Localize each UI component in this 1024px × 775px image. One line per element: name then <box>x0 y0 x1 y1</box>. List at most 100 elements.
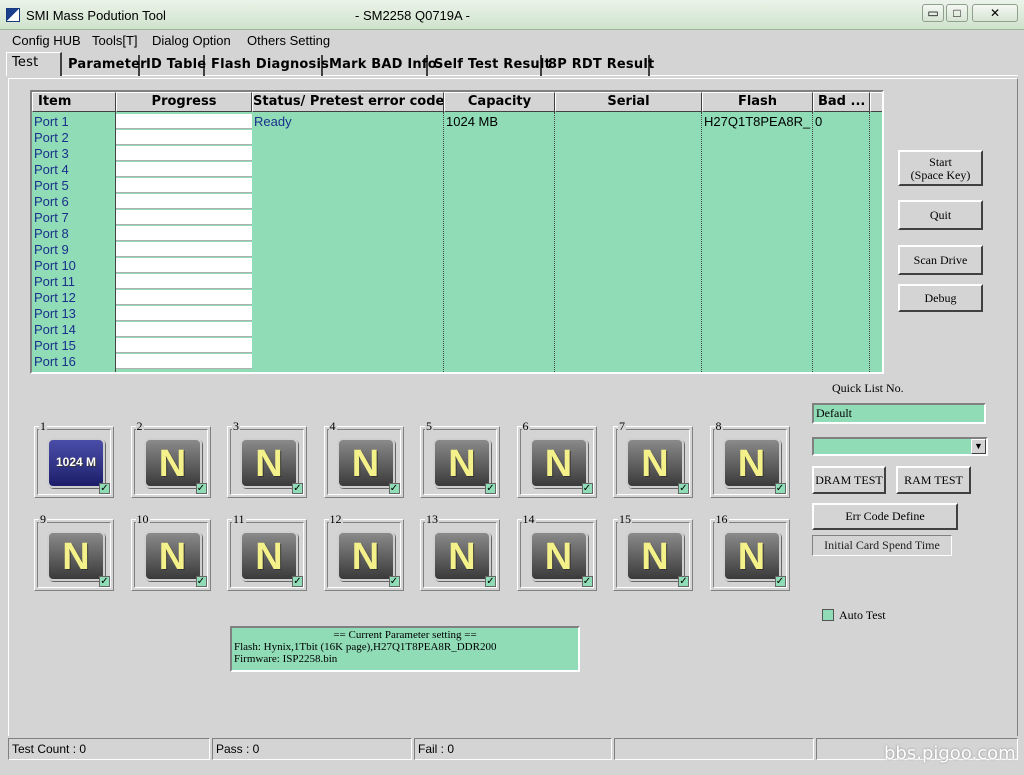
auto-test-checkbox[interactable]: Auto Test <box>822 608 886 623</box>
device-slot[interactable]: 15 N ✓ <box>613 513 693 591</box>
tab-8p-rdt-result[interactable]: 8P RDT Result <box>543 55 654 76</box>
header-item[interactable]: Item <box>32 92 116 112</box>
header-capacity[interactable]: Capacity <box>444 92 555 112</box>
device-slot[interactable]: 1 1024 M ✓ <box>34 420 114 498</box>
quick-list-combo[interactable]: ▼ <box>812 437 988 456</box>
header-progress[interactable]: Progress <box>116 92 252 112</box>
port-label[interactable]: Port 9 <box>34 242 69 258</box>
quit-button[interactable]: Quit <box>898 200 983 230</box>
slot-label: N <box>544 536 573 578</box>
no-device-icon: N <box>433 531 491 581</box>
slot-label: N <box>448 536 476 578</box>
port-label[interactable]: Port 14 <box>34 322 76 338</box>
progress-bar <box>116 178 252 193</box>
slot-checkbox[interactable]: ✓ <box>99 483 110 494</box>
device-slot[interactable]: 4 N ✓ <box>323 420 404 498</box>
ram-test-button[interactable]: RAM TEST <box>896 466 971 494</box>
pass-count: Pass : 0 <box>212 738 412 760</box>
slot-label: N <box>737 536 766 578</box>
header-flash[interactable]: Flash <box>702 92 813 112</box>
port-label[interactable]: Port 4 <box>34 162 69 178</box>
port-label[interactable]: Port 16 <box>34 354 76 370</box>
quick-list-input[interactable]: Default <box>812 403 986 424</box>
device-slot[interactable]: 3 N ✓ <box>227 420 307 498</box>
slot-checkbox[interactable]: ✓ <box>292 483 303 494</box>
no-device-icon: N <box>240 531 298 581</box>
slot-checkbox[interactable]: ✓ <box>581 483 593 494</box>
port-label[interactable]: Port 15 <box>34 338 76 354</box>
tab-mark-bad-info[interactable]: Mark BAD Info <box>324 55 437 76</box>
device-slot[interactable]: 5 N ✓ <box>420 420 500 498</box>
slot-checkbox[interactable]: ✓ <box>388 483 400 494</box>
port-grid[interactable]: Item Progress Status/ Pretest error code… <box>30 90 884 374</box>
device-slot[interactable]: 9 N ✓ <box>34 513 114 591</box>
quick-list-label: Quick List No. <box>832 381 904 395</box>
device-slot[interactable]: 14 N ✓ <box>516 513 597 591</box>
slot-checkbox[interactable]: ✓ <box>774 576 786 587</box>
port-label[interactable]: Port 1 <box>34 114 69 130</box>
no-device-icon: N <box>529 438 588 488</box>
tab-self-test-result[interactable]: Self Test Result <box>429 55 551 76</box>
slot-checkbox[interactable]: ✓ <box>485 576 496 587</box>
slot-checkbox[interactable]: ✓ <box>195 483 207 494</box>
port-label[interactable]: Port 2 <box>34 130 69 146</box>
device-slot[interactable]: 10 N ✓ <box>130 513 211 591</box>
slot-label: N <box>158 536 187 578</box>
maximize-button[interactable]: □ <box>946 4 968 22</box>
slot-checkbox[interactable]: ✓ <box>195 576 207 587</box>
param-title: == Current Parameter setting == <box>333 629 477 641</box>
port-label[interactable]: Port 11 <box>34 274 75 290</box>
device-slot[interactable]: 11 N ✓ <box>227 513 307 591</box>
slot-checkbox[interactable]: ✓ <box>292 576 303 587</box>
port-label[interactable]: Port 3 <box>34 146 69 162</box>
slot-label: N <box>351 443 380 485</box>
progress-bar <box>116 114 252 129</box>
slot-checkbox[interactable]: ✓ <box>388 576 400 587</box>
checkbox-icon[interactable] <box>822 609 834 621</box>
port-label[interactable]: Port 8 <box>34 226 69 242</box>
slot-checkbox[interactable]: ✓ <box>99 576 110 587</box>
chevron-down-icon[interactable]: ▼ <box>971 439 986 454</box>
port-label[interactable]: Port 5 <box>34 178 69 194</box>
minimize-button[interactable]: ▭ <box>922 4 944 22</box>
progress-bar <box>116 274 252 289</box>
header-serial[interactable]: Serial <box>555 92 702 112</box>
dram-test-button[interactable]: DRAM TEST <box>812 466 886 494</box>
tab-bar: Test Parameter ID Table Flash Diagnosis … <box>6 52 1018 76</box>
col-flash <box>702 112 813 372</box>
menu-config-hub[interactable]: Config HUB <box>12 33 81 48</box>
start-button[interactable]: Start (Space Key) <box>898 150 983 186</box>
menu-tools[interactable]: Tools[T] <box>92 33 138 48</box>
device-slot[interactable]: 7 N ✓ <box>613 420 693 498</box>
tab-flash-diagnosis[interactable]: Flash Diagnosis <box>206 55 329 76</box>
scan-drive-button[interactable]: Scan Drive <box>898 245 983 275</box>
device-slot[interactable]: 2 N ✓ <box>130 420 211 498</box>
slot-checkbox[interactable]: ✓ <box>581 576 593 587</box>
port-label[interactable]: Port 12 <box>34 290 76 306</box>
fail-count: Fail : 0 <box>414 738 612 760</box>
close-button[interactable]: ✕ <box>972 4 1018 22</box>
header-status[interactable]: Status/ Pretest error code <box>252 92 444 112</box>
device-slot[interactable]: 12 N ✓ <box>323 513 404 591</box>
slot-checkbox[interactable]: ✓ <box>485 483 496 494</box>
port-label[interactable]: Port 7 <box>34 210 69 226</box>
header-bad[interactable]: Bad ... <box>813 92 870 112</box>
menu-dialog-option[interactable]: Dialog Option <box>152 33 231 48</box>
tab-test[interactable]: Test <box>6 52 62 76</box>
debug-button[interactable]: Debug <box>898 284 983 312</box>
tab-parameter[interactable]: Parameter <box>63 55 147 76</box>
menu-others-setting[interactable]: Others Setting <box>247 33 330 48</box>
progress-bar <box>116 226 252 241</box>
slot-checkbox[interactable]: ✓ <box>678 483 689 494</box>
slot-checkbox[interactable]: ✓ <box>774 483 786 494</box>
port-label[interactable]: Port 13 <box>34 306 76 322</box>
slot-checkbox[interactable]: ✓ <box>678 576 689 587</box>
port-label[interactable]: Port 10 <box>34 258 76 274</box>
err-code-define-button[interactable]: Err Code Define <box>812 503 958 530</box>
device-slot[interactable]: 8 N ✓ <box>709 420 790 498</box>
device-slot[interactable]: 13 N ✓ <box>420 513 500 591</box>
device-slot[interactable]: 16 N ✓ <box>709 513 790 591</box>
port-label[interactable]: Port 6 <box>34 194 69 210</box>
tab-id-table[interactable]: ID Table <box>141 55 206 76</box>
device-slot[interactable]: 6 N ✓ <box>516 420 597 498</box>
